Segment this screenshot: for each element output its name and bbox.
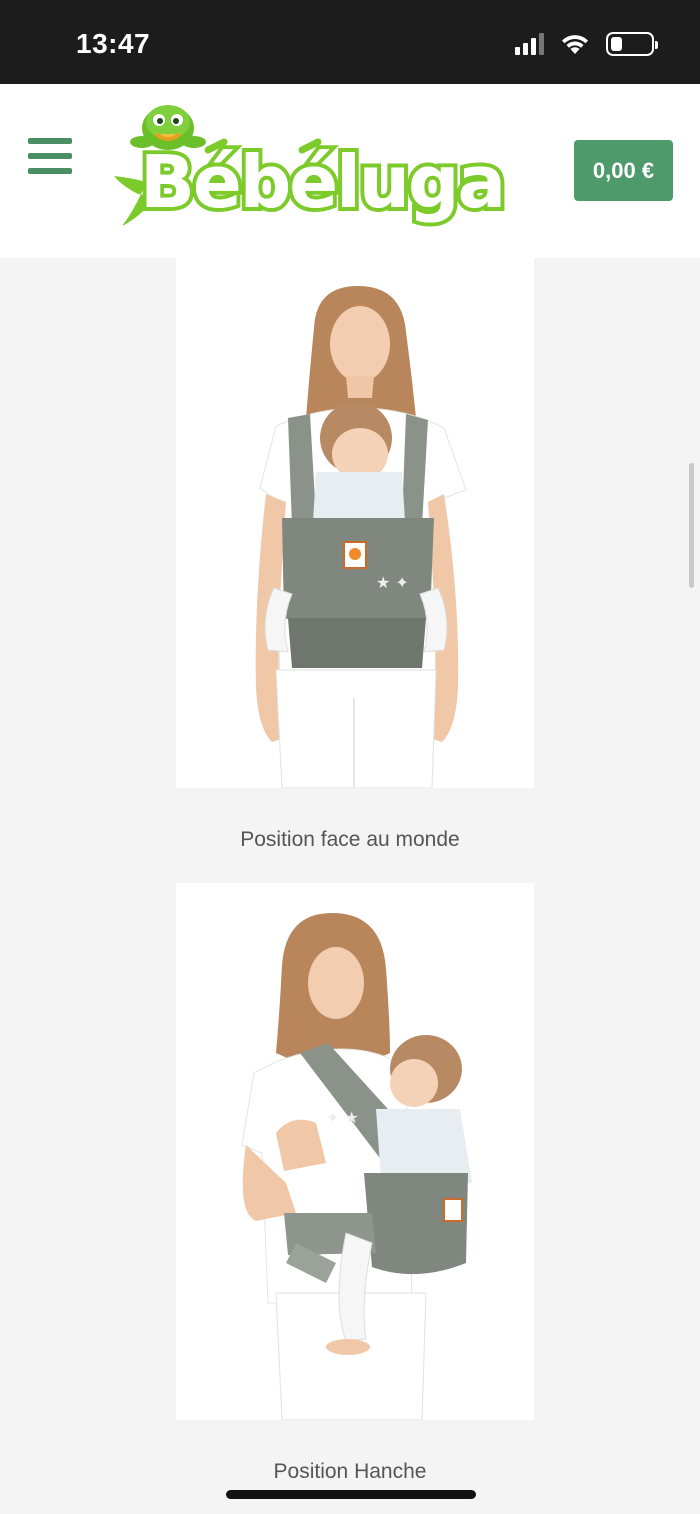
- wifi-icon: [562, 35, 588, 54]
- hamburger-menu-button[interactable]: [28, 138, 72, 174]
- battery-icon: [606, 32, 658, 56]
- home-indicator[interactable]: [226, 1490, 476, 1499]
- status-icons: [515, 32, 658, 56]
- gallery-image-facing-out[interactable]: ★ ✦: [176, 258, 534, 788]
- signal-icon: [515, 33, 544, 55]
- brand-logo[interactable]: Bébéluga Bébéluga: [112, 98, 512, 246]
- status-time: 13:47: [76, 28, 151, 59]
- brand-name: Bébéluga: [140, 140, 506, 224]
- svg-text:✦ ★: ✦ ★: [326, 1108, 359, 1127]
- gallery-caption-facing-out: Position face au monde: [240, 828, 460, 851]
- scrollbar[interactable]: [689, 463, 694, 588]
- gallery-image-hip[interactable]: ✦ ★: [176, 883, 534, 1420]
- svg-text:★ ✦: ★ ✦: [376, 573, 409, 592]
- site-header: Bébéluga Bébéluga 0,00 €: [0, 84, 700, 258]
- cart-total-button[interactable]: 0,00 €: [574, 140, 673, 201]
- gallery-caption-hip: Position Hanche: [273, 1460, 427, 1483]
- status-bar: 13:47: [0, 0, 700, 84]
